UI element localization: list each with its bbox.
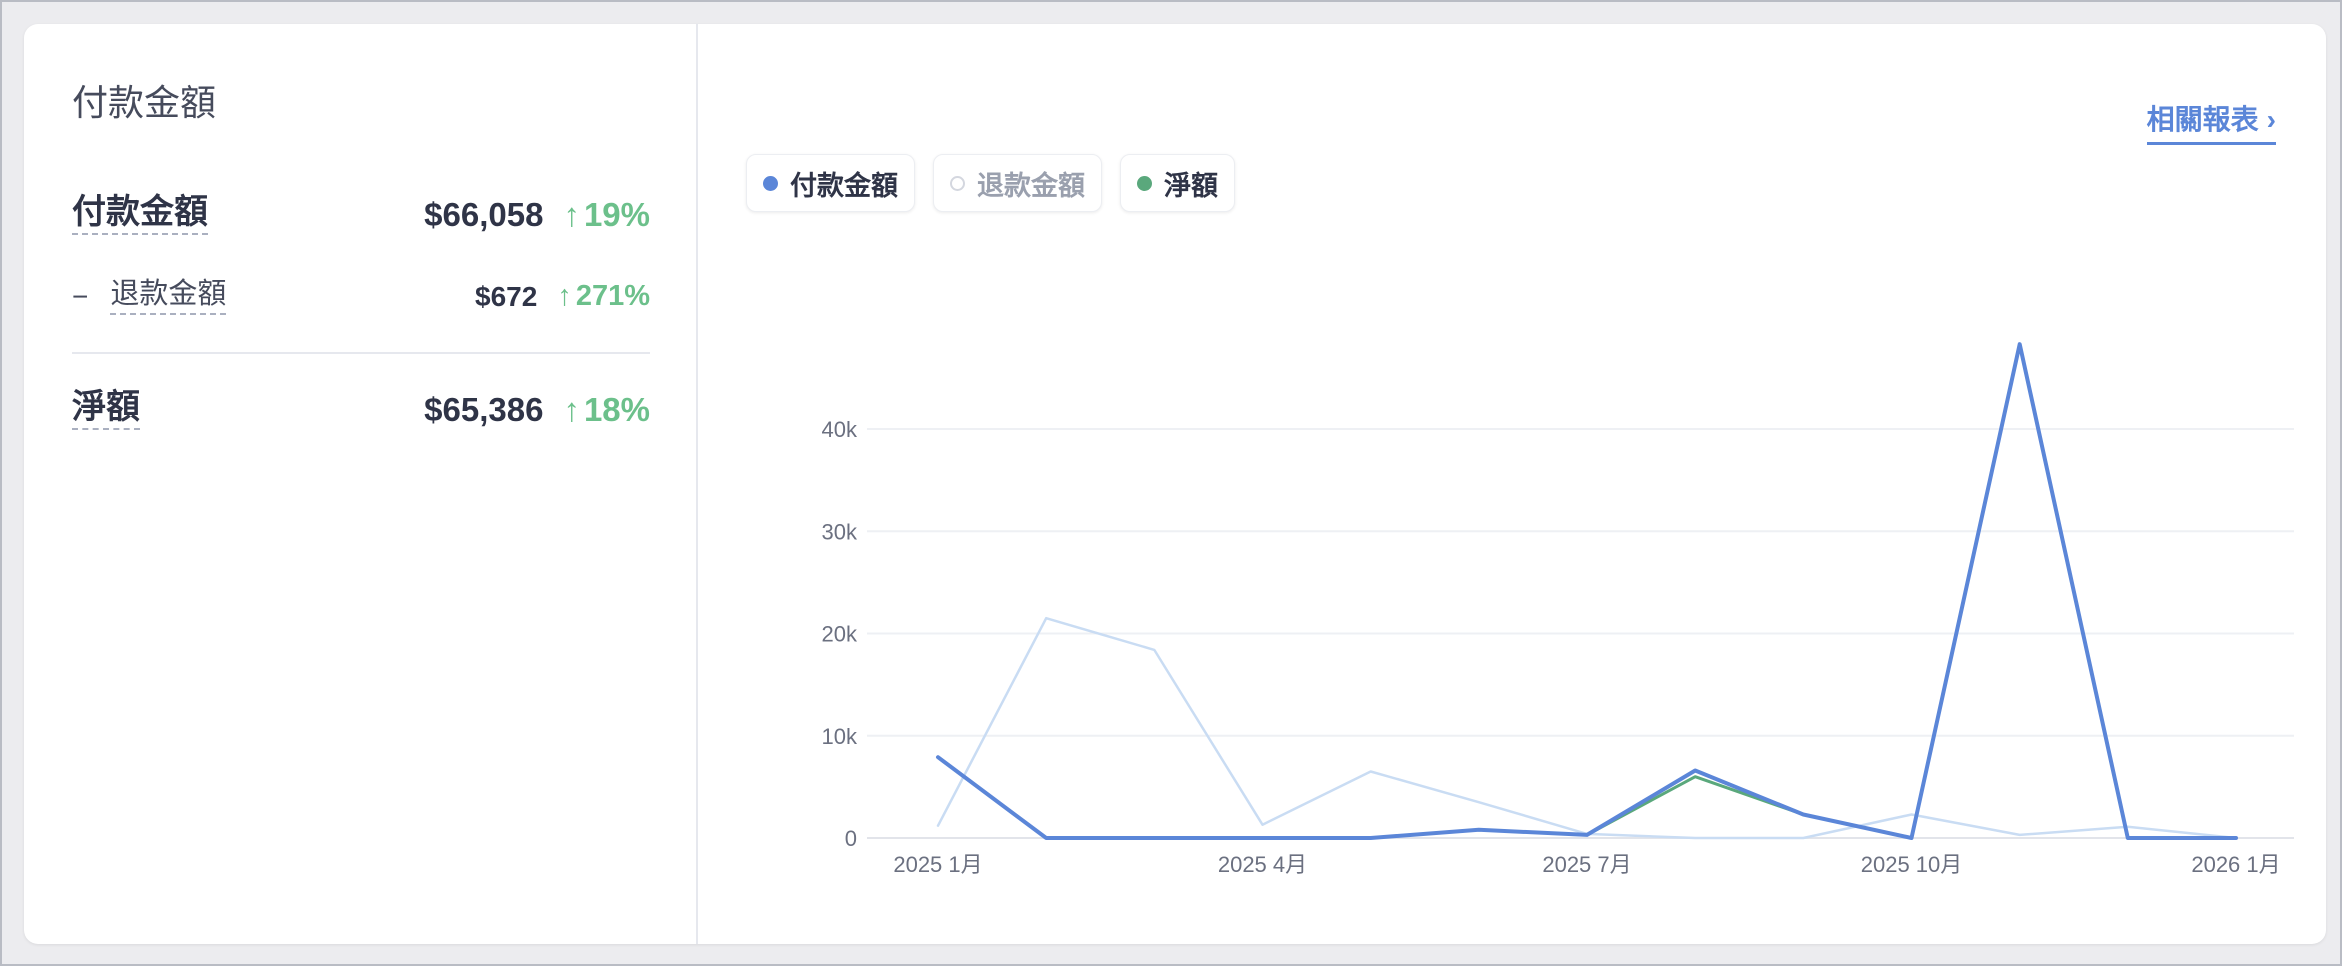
y-tick-label: 30k — [822, 519, 858, 544]
x-tick-label: 2025 4月 — [1218, 852, 1307, 877]
arrow-up-icon: ↑ — [563, 195, 580, 233]
refund-amount: $672 — [475, 280, 538, 312]
arrow-up-icon: ↑ — [563, 390, 580, 428]
window-frame: 付款金額 付款金額 $66,058 ↑ 19% − 退款金額 $672 ↑ 27… — [0, 0, 2342, 966]
payment-amount: $66,058 — [424, 195, 544, 233]
summary-row-refund: − 退款金額 $672 ↑ 271% — [72, 278, 650, 315]
minus-sign: − — [72, 280, 89, 312]
legend-dot-icon — [950, 175, 965, 191]
series-line-payment — [936, 342, 2238, 840]
legend-dot-icon — [763, 175, 778, 191]
chevron-right-icon: › — [2266, 104, 2276, 135]
arrow-up-icon: ↑ — [557, 280, 572, 313]
y-tick-label: 40k — [822, 417, 858, 442]
summary-row-net: 淨額 $65,386 ↑ 18% — [72, 388, 650, 431]
panel-title: 付款金額 — [72, 82, 217, 123]
related-reports-link[interactable]: 相關報表 › — [2146, 98, 2276, 145]
summary-panel: 付款金額 付款金額 $66,058 ↑ 19% − 退款金額 $672 ↑ 27… — [24, 24, 698, 944]
payment-change: ↑ 19% — [563, 195, 650, 233]
legend-item-payment[interactable]: 付款金額 — [746, 154, 915, 212]
legend-item-net[interactable]: 淨額 — [1120, 154, 1235, 212]
chart-legend: 付款金額 退款金額 淨額 — [746, 154, 1235, 212]
series-line-net — [936, 342, 2238, 840]
series-line-comparison — [936, 616, 2238, 840]
net-change: ↑ 18% — [563, 390, 650, 428]
legend-dot-icon — [1137, 175, 1152, 191]
summary-divider — [72, 352, 650, 354]
y-tick-label: 0 — [845, 826, 857, 851]
x-tick-label: 2026 1月 — [2191, 852, 2280, 877]
x-tick-label: 2025 1月 — [893, 852, 982, 877]
payment-label[interactable]: 付款金額 — [72, 193, 208, 236]
x-tick-label: 2025 10月 — [1861, 852, 1963, 877]
net-label[interactable]: 淨額 — [72, 388, 140, 431]
y-tick-label: 10k — [822, 724, 858, 749]
legend-item-refund[interactable]: 退款金額 — [933, 154, 1102, 212]
payments-card: 付款金額 付款金額 $66,058 ↑ 19% − 退款金額 $672 ↑ 27… — [24, 24, 2326, 944]
summary-row-payment: 付款金額 $66,058 ↑ 19% — [72, 193, 650, 236]
y-tick-label: 20k — [822, 622, 858, 647]
net-amount: $65,386 — [424, 390, 544, 428]
line-chart: 0 10k 20k 30k 40k 2025 1月 2025 4月 2025 7月 2025 1… — [822, 342, 2294, 877]
x-tick-label: 2025 7月 — [1542, 852, 1631, 877]
refund-change: ↑ 271% — [557, 280, 650, 313]
refund-label[interactable]: 退款金額 — [110, 278, 227, 315]
